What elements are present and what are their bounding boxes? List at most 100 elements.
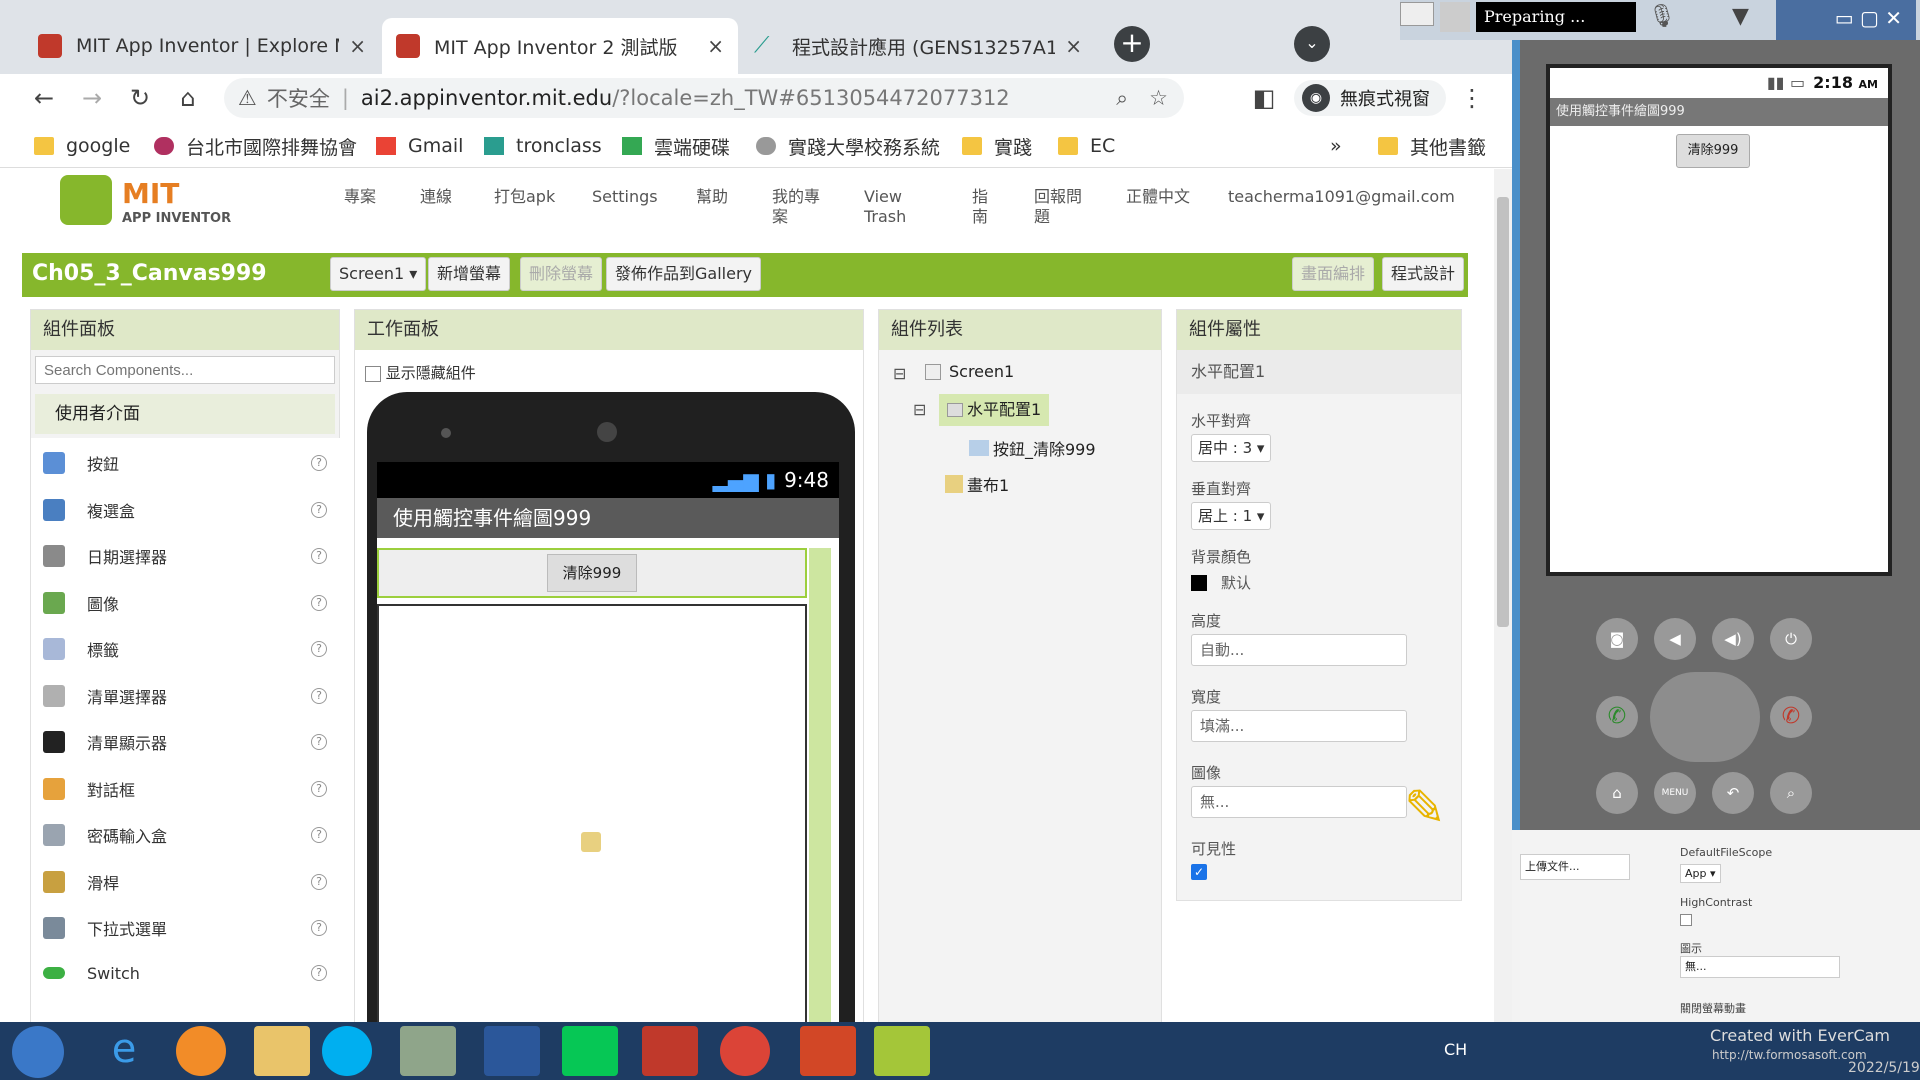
new-tab-button[interactable]: + [1114,26,1150,62]
bookmark-school[interactable]: 實踐大學校務系統 [756,130,940,162]
home-icon[interactable]: ⌂ [1596,772,1638,814]
screen-selector[interactable]: Screen1 ▾ [330,257,427,291]
palette-item-listview[interactable]: 清單顯示器? [43,725,339,759]
acrobat-icon[interactable] [642,1026,698,1076]
menu-build[interactable]: 打包apk [494,187,564,207]
icon-field[interactable]: 無... [1680,956,1840,978]
collapse-icon[interactable]: ⊟ [913,400,926,419]
height-field[interactable]: 自動... [1191,634,1407,666]
palette-item-listpicker[interactable]: 清單選擇器? [43,679,339,713]
remove-screen-button[interactable]: 刪除螢幕 [520,257,603,291]
width-field[interactable]: 填滿... [1191,710,1407,742]
close-icon[interactable]: × [349,34,366,58]
bookmark-shijian[interactable]: 實踐 [962,130,1032,162]
palette-item-spinner[interactable]: 下拉式選單? [43,911,339,945]
align-vertical-select[interactable]: 居上 : 1 ▾ [1191,502,1272,530]
close-icon[interactable]: × [707,34,724,58]
scope-select[interactable]: App ▾ [1680,864,1721,883]
tree-screen1[interactable]: Screen1 [925,362,1014,381]
help-icon[interactable]: ? [311,781,327,797]
menu-view-trash[interactable]: View Trash [864,187,912,227]
dpad[interactable] [1650,672,1760,762]
volume-up-icon[interactable]: ◀) [1712,618,1754,660]
bookmark-tronclass[interactable]: tronclass [484,130,602,162]
checkbox[interactable] [365,365,381,382]
emulator-clear-button[interactable]: 清除999 [1676,134,1750,168]
home-icon[interactable]: ⌂ [172,82,204,114]
align-horizontal-select[interactable]: 居中 : 3 ▾ [1191,434,1272,462]
back-icon[interactable]: ↶ [1712,772,1754,814]
palette-item-switch[interactable]: Switch? [43,956,339,990]
sidepanel-icon[interactable]: ◧ [1248,82,1280,114]
collapse-icon[interactable]: ⊟ [893,364,906,383]
show-hidden-toggle[interactable]: 显示隱藏組件 [365,362,476,383]
minimize-icon[interactable] [1400,2,1434,26]
palette-item-button[interactable]: 按鈕? [43,446,339,480]
help-icon[interactable]: ? [311,455,327,471]
help-icon[interactable]: ? [311,641,327,657]
dropdown-icon[interactable]: ▼ [1732,4,1749,29]
tree-canvas[interactable]: 畫布1 [945,472,1009,496]
contrast-checkbox[interactable] [1680,914,1692,926]
bookmarks-overflow[interactable]: » [1330,130,1342,162]
palette-item-checkbox[interactable]: 複選盒? [43,493,339,527]
app-icon[interactable] [176,1026,226,1076]
address-bar[interactable]: ⚠ 不安全 | ai2.appinventor.mit.edu /?locale… [224,78,1184,118]
menu-report[interactable]: 回報問題 [1034,187,1086,227]
palette-item-datepicker[interactable]: 日期選擇器? [43,539,339,573]
designer-button[interactable]: 畫面編排 [1292,257,1375,291]
powerpoint-icon[interactable] [800,1026,856,1076]
tree-horizontal-arrangement[interactable]: 水平配置1 [939,394,1050,426]
more-menu-icon[interactable]: ⋮ [1456,82,1488,114]
bookmark-other[interactable]: 其他書籤 [1378,130,1486,162]
input-language[interactable]: CH [1444,1040,1467,1059]
help-icon[interactable]: ? [311,874,327,890]
tab-search-chevron-icon[interactable]: ⌄ [1294,26,1330,62]
star-icon[interactable]: ☆ [1149,86,1168,110]
line-icon[interactable] [562,1026,618,1076]
menu-connect[interactable]: 連線 [420,187,460,207]
bookmark-gmail[interactable]: Gmail [376,130,463,162]
help-icon[interactable]: ? [311,920,327,936]
end-call-icon[interactable]: ✆ [1770,696,1812,738]
ie-icon[interactable]: e [96,1026,152,1076]
palette-item-password[interactable]: 密碼輸入盒? [43,818,339,852]
tab-explore-mit[interactable]: MIT App Inventor | Explore MIT × [24,18,380,74]
canvas[interactable] [377,604,807,1022]
skype-icon[interactable] [322,1026,372,1076]
bookmark-google[interactable]: google [34,130,130,162]
help-icon[interactable]: ? [311,548,327,564]
power-icon[interactable]: ⏻ [1770,618,1812,660]
file-explorer-icon[interactable] [254,1026,310,1076]
tree-clear-button[interactable]: 按鈕_清除999 [969,436,1096,460]
forward-arrow-icon[interactable]: → [76,82,108,114]
menu-user[interactable]: teacherma1091@gmail.com [1228,187,1455,207]
back-arrow-icon[interactable]: ← [28,82,60,114]
window-controls[interactable]: ▭ ▢ ✕ [1776,0,1916,40]
zoom-icon[interactable]: ⌕ [1116,86,1128,111]
blocks-button[interactable]: 程式設計 [1382,257,1465,291]
palette-item-slider[interactable]: 滑桿? [43,865,339,899]
word-icon[interactable] [484,1026,540,1076]
visible-checkbox[interactable]: ✓ [1191,864,1207,880]
menu-help[interactable]: 幫助 [696,187,736,207]
help-icon[interactable]: ? [311,502,327,518]
menu-language[interactable]: 正體中文 [1126,187,1196,207]
bookmark-ec[interactable]: EC [1058,130,1115,162]
tab-course[interactable]: ⟋ 程式設計應用 (GENS13257A1) - × [740,18,1096,74]
palette-item-image[interactable]: 圖像? [43,586,339,620]
help-icon[interactable]: ? [311,688,327,704]
tab-app-inventor[interactable]: MIT App Inventor 2 測試版 × [382,18,738,74]
help-icon[interactable]: ? [311,827,327,843]
category-user-interface[interactable]: 使用者介面 [35,394,335,434]
image-field[interactable]: 無... [1191,786,1407,818]
android-icon[interactable] [874,1026,930,1076]
page-scrollbar[interactable] [1494,169,1512,1022]
close-icon[interactable]: × [1065,34,1082,58]
menu-icon[interactable]: MENU [1654,772,1696,814]
android-folder-icon[interactable] [400,1026,456,1076]
component-search-input[interactable] [35,356,335,384]
help-icon[interactable]: ? [311,965,327,981]
palette-item-notifier[interactable]: 對話框? [43,772,339,806]
menu-settings[interactable]: Settings [592,187,662,207]
